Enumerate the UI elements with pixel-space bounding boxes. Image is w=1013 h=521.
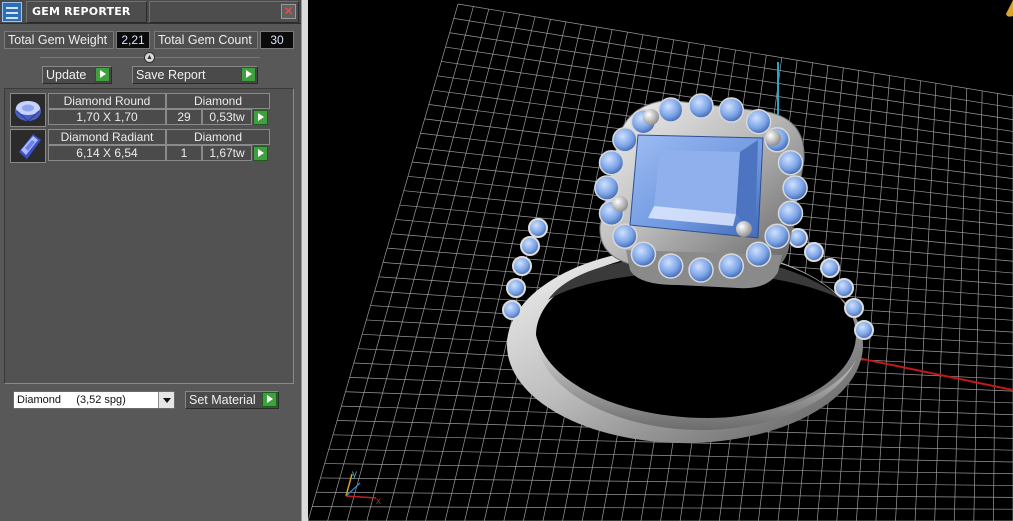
gem-name: Diamond Round [48,93,166,109]
halo-stone [657,97,684,123]
prong [643,109,659,125]
viewport-canvas: x y [308,0,1013,521]
window-title: GEM REPORTER [32,5,131,18]
gem-count: 1 [166,145,202,161]
gem-weight: 0,53tw [202,109,252,125]
set-material-button[interactable]: Set Material [185,391,279,409]
side-stone [834,278,854,298]
chevron-up-icon: ▲ [146,54,153,61]
halo-stone [782,175,808,201]
total-gem-count-label: Total Gem Count [154,31,258,49]
gem-reporter-panel: GEM REPORTER ✕ Total Gem Weight 2,21 Tot… [0,0,301,521]
total-gem-weight-label: Total Gem Weight [4,31,114,49]
halo-stone [598,149,625,176]
side-stone [520,236,540,256]
total-gem-count-value: 30 [260,31,294,49]
prong [736,221,752,237]
chevron-down-icon[interactable] [158,392,174,408]
play-arrow-icon [262,392,277,407]
material-select-value: Diamond (3,52 spg) [17,394,126,406]
title-bar-filler [149,1,299,23]
halo-stone [688,257,714,283]
update-button-label: Update [46,68,87,82]
save-report-button[interactable]: Save Report [132,66,258,84]
gem-material: Diamond [166,93,270,109]
grid-line [934,85,952,521]
radiant-gem-icon[interactable] [10,129,46,163]
gem-count: 29 [166,109,202,125]
set-material-button-label: Set Material [189,393,256,407]
halo-stone [688,93,714,119]
halo-stone [718,253,745,279]
round-gem-icon[interactable] [10,93,46,127]
halo-stone [612,223,638,249]
halo-stone [612,127,638,153]
halo-stone [745,108,772,135]
material-select[interactable]: Diamond (3,52 spg) [13,391,175,409]
halo-stone [630,241,657,268]
gem-size: 1,70 X 1,70 [48,109,166,125]
3d-viewport[interactable]: x y [308,0,1013,521]
play-arrow-icon [241,67,256,82]
side-stone [804,242,824,262]
grid-line [328,448,1013,463]
grid-line [324,463,1013,475]
halo-stone [764,223,790,249]
gem-material: Diamond [166,129,270,145]
update-button[interactable]: Update [42,66,112,84]
gem-select-button[interactable] [253,146,268,161]
halo-stone [594,175,620,201]
window-title-field: GEM REPORTER [26,1,147,23]
side-stone [512,256,532,276]
grid-line [895,80,921,521]
prong [612,196,628,212]
side-stone [844,298,864,318]
halo-stone [718,97,745,123]
halo-stone [745,241,772,268]
gem-name: Diamond Radiant [48,129,166,145]
side-stone [502,300,522,320]
panel-splitter[interactable] [301,0,308,521]
play-arrow-icon [95,67,110,82]
gem-row-diamond-round[interactable]: Diamond Round Diamond 1,70 X 1,70 29 0,5… [10,93,270,127]
side-stone [820,258,840,278]
gem-weight: 1,67tw [202,145,252,161]
gem-select-button[interactable] [253,110,268,125]
total-gem-weight-value: 2,21 [116,31,150,49]
side-stone [506,278,526,298]
gem-row-diamond-radiant[interactable]: Diamond Radiant Diamond 6,14 X 6,54 1 1,… [10,129,270,163]
close-button[interactable]: ✕ [281,4,296,19]
grid-line [914,83,937,521]
collapse-toggle-button[interactable]: ▲ [144,52,155,63]
halo-stone [777,149,804,176]
save-report-button-label: Save Report [136,68,206,82]
halo-stone [657,253,684,279]
center-stone-table [654,150,740,214]
side-stone [854,320,874,340]
gem-list: Diamond Round Diamond 1,70 X 1,70 29 0,5… [4,88,294,384]
title-bar: GEM REPORTER ✕ [0,0,301,24]
grid-line [875,78,906,521]
halo-stone [777,200,804,227]
close-icon: ✕ [283,4,294,18]
gem-size: 6,14 X 6,54 [48,145,166,161]
grid-line [320,477,1013,486]
axis-y-label: y [352,469,357,480]
gem-reporter-app-icon [2,2,22,22]
axis-x-label: x [376,496,381,507]
grid-line [855,75,891,521]
prong [765,130,781,146]
offscreen-object [1006,0,1013,17]
side-stone [528,218,548,238]
